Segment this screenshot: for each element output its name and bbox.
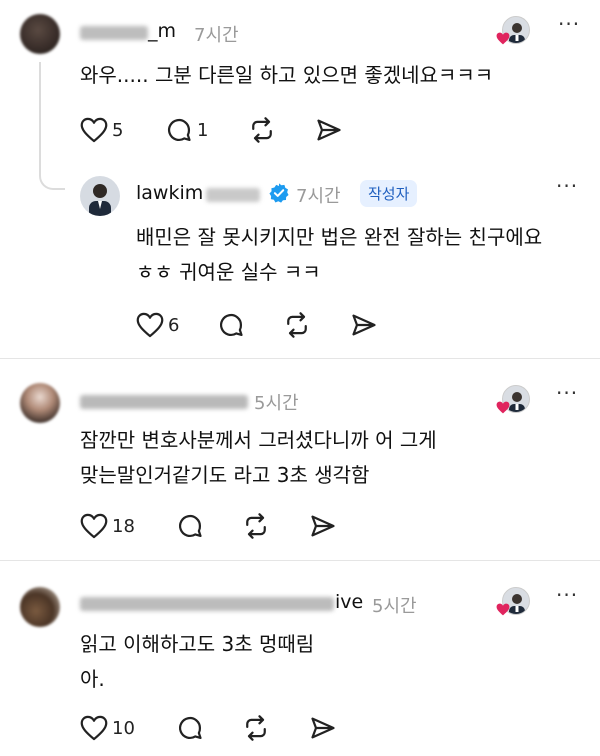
repost-button[interactable] [248, 115, 276, 145]
comment-3: 5시간 ··· 잠깐만 변호사분께서 그러셨다니까 어 그게 맞는말인거같기도 … [0, 359, 600, 559]
comment-icon [219, 313, 243, 337]
comment-text-line: 배민은 잘 못시키지만 법은 완전 잘하는 친구에요 [136, 225, 543, 249]
action-bar: 6 [0, 310, 600, 340]
comment-text-line: 와우..... 그분 다른일 하고 있으면 좋겠네요ㅋㅋㅋ [80, 63, 494, 87]
like-button[interactable]: 6 [136, 310, 179, 340]
like-button[interactable]: 18 [80, 511, 135, 541]
timestamp: 7시간 [194, 25, 239, 46]
comment-text-line: ㅎㅎ 귀여운 실수 ㅋㅋ [136, 260, 321, 284]
send-icon [352, 314, 376, 336]
comment-text-line: 아. [80, 667, 105, 691]
comment-text-line: 읽고 이해하고도 3초 멍때림 [80, 632, 315, 656]
action-bar: 18 [0, 511, 600, 541]
timestamp: 7시간 [296, 186, 341, 207]
like-count: 6 [168, 314, 180, 336]
heart-icon [496, 603, 510, 616]
send-icon [311, 717, 335, 739]
more-icon[interactable]: ··· [556, 381, 578, 405]
share-button[interactable] [309, 511, 337, 541]
more-icon[interactable]: ··· [556, 174, 578, 198]
avatar[interactable] [20, 383, 60, 423]
repost-icon [252, 117, 272, 143]
send-icon [317, 119, 341, 141]
comment-icon [167, 118, 191, 142]
avatar[interactable] [20, 587, 60, 627]
repost-icon [287, 312, 307, 338]
reply-button[interactable] [176, 511, 204, 541]
comment-text-line: 잠깐만 변호사분께서 그러셨다니까 어 그게 [80, 428, 437, 452]
heart-icon [496, 32, 510, 45]
heart-icon [496, 401, 510, 414]
share-button[interactable] [350, 310, 378, 340]
avatar[interactable] [20, 14, 60, 54]
timestamp: 5시간 [254, 393, 299, 414]
timestamp: 5시간 [372, 596, 417, 617]
username[interactable]: _m [148, 20, 176, 42]
comment-4: ive 5시간 ··· 읽고 이해하고도 3초 멍때림 아. 10 [0, 561, 600, 756]
send-icon [311, 515, 335, 537]
heart-icon [80, 715, 108, 741]
username-redacted [80, 26, 148, 40]
like-count: 5 [112, 119, 124, 141]
author-badge: 작성자 [360, 180, 418, 207]
comment-text-line: 맞는말인거같기도 라고 3초 생각함 [80, 463, 370, 487]
like-button[interactable]: 5 [80, 115, 123, 145]
username[interactable]: ive [335, 591, 363, 613]
repost-button[interactable] [242, 713, 270, 743]
username-redacted [80, 395, 248, 409]
repost-icon [246, 513, 266, 539]
comment-icon [178, 716, 202, 740]
more-icon[interactable]: ··· [558, 12, 580, 36]
reply-button[interactable]: 1 [165, 115, 208, 145]
like-count: 10 [112, 717, 135, 739]
action-bar: 10 [0, 713, 600, 743]
comment-icon [178, 514, 202, 538]
repost-icon [246, 715, 266, 741]
author-liked-indicator [496, 385, 530, 419]
avatar[interactable] [80, 176, 120, 216]
username-redacted [206, 188, 260, 202]
heart-icon [80, 513, 108, 539]
verified-badge-icon [269, 183, 289, 203]
username[interactable]: lawkim [136, 182, 203, 204]
username-redacted [80, 597, 334, 611]
like-count: 18 [112, 515, 135, 537]
author-liked-indicator [496, 587, 530, 621]
like-button[interactable]: 10 [80, 713, 135, 743]
share-button[interactable] [315, 115, 343, 145]
repost-button[interactable] [242, 511, 270, 541]
action-bar: 5 1 [0, 115, 600, 145]
heart-icon [136, 312, 164, 338]
more-icon[interactable]: ··· [556, 583, 578, 607]
share-button[interactable] [309, 713, 337, 743]
comment-2-author-reply: lawkim 7시간 작성자 ··· 배민은 잘 못시키지만 법은 완전 잘하는… [0, 160, 600, 358]
comment-1: _m 7시간 ··· 와우..... 그분 다른일 하고 있으면 좋겠네요ㅋㅋㅋ… [0, 0, 600, 160]
repost-button[interactable] [283, 310, 311, 340]
reply-button[interactable] [217, 310, 245, 340]
reply-count: 1 [197, 119, 209, 141]
reply-button[interactable] [176, 713, 204, 743]
heart-icon [80, 117, 108, 143]
author-liked-indicator [496, 16, 530, 50]
